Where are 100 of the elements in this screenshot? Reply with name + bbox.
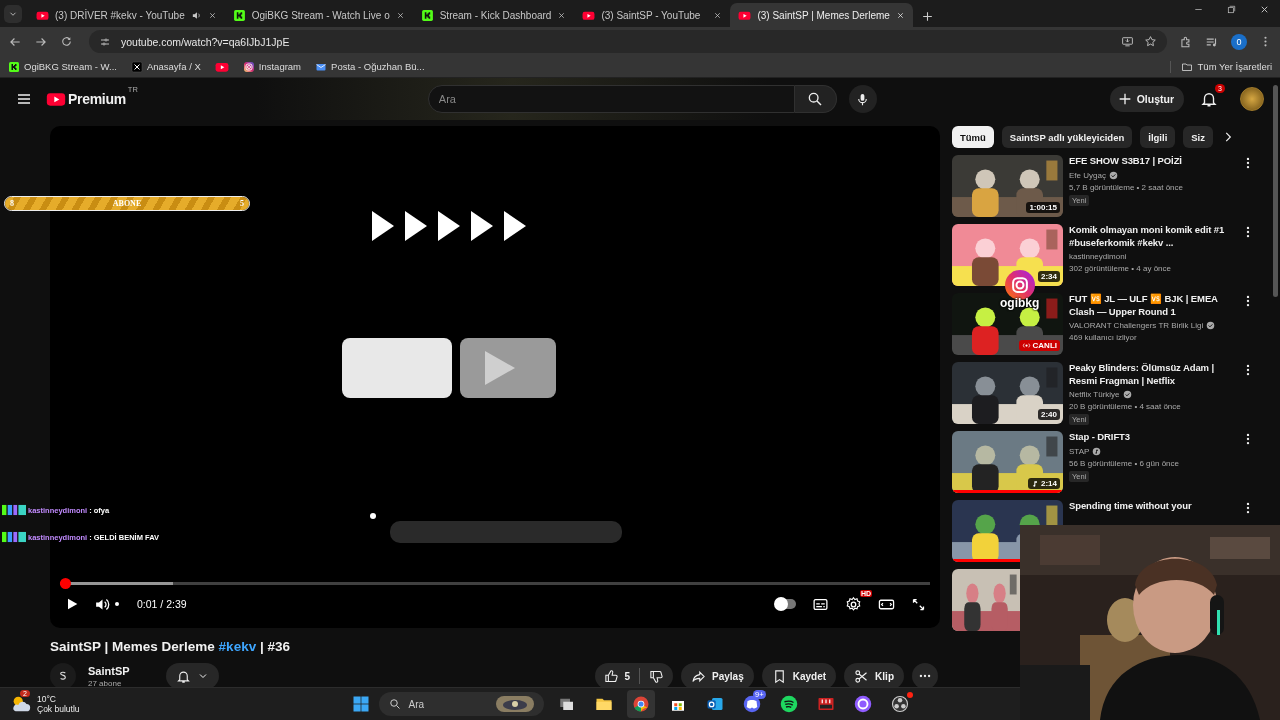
video-meta: 302 görüntüleme • 4 ay önce <box>1069 264 1172 273</box>
bell-icon[interactable] <box>1200 90 1218 108</box>
weather-condition: Çok bulutlu <box>37 704 80 714</box>
music-app-icon <box>779 695 798 713</box>
action-button[interactable]: Kaydet <box>761 663 837 689</box>
restore-icon[interactable] <box>1226 4 1237 15</box>
scissors-icon <box>854 668 870 684</box>
chat-app-icon <box>742 695 761 713</box>
browser-tab[interactable]: (3) SaintSP | Memes Derleme <box>730 3 913 27</box>
notifications-button[interactable] <box>165 663 219 689</box>
live-badge: CANLI <box>1018 340 1060 351</box>
music-note-icon <box>1092 446 1102 456</box>
bookmark[interactable]: Instagram <box>242 60 302 73</box>
settings-icon[interactable] <box>845 595 862 613</box>
video-title[interactable]: Komik olmayan moni komik edit #1 #buseferkomik #kekv ... <box>1069 224 1235 249</box>
reload-icon[interactable] <box>60 35 73 48</box>
mixer-icon <box>816 695 835 713</box>
star-icon[interactable] <box>1144 35 1157 48</box>
taskbar-app[interactable] <box>626 690 655 718</box>
filter-chip[interactable]: Siz <box>1183 126 1213 148</box>
browser-tab[interactable]: Stream - Kick Dashboard <box>412 3 575 27</box>
bookmark[interactable]: Posta - Oğuzhan Bü... <box>315 60 425 73</box>
verified-icon <box>1108 170 1118 180</box>
channel-name: STAP <box>1069 446 1090 456</box>
live-icon <box>1021 341 1031 350</box>
video-title[interactable]: Peaky Blinders: Ölümsüz Adam | Resmi Fragman | Netflix <box>1069 362 1235 387</box>
cross-logo-icon <box>130 60 143 73</box>
channel-name[interactable]: SaintSP <box>88 664 130 677</box>
close-icon[interactable] <box>557 10 567 20</box>
time-display: 0:01 / 2:39 <box>137 598 187 610</box>
install-icon[interactable] <box>1121 35 1134 48</box>
close-icon[interactable] <box>713 10 723 20</box>
bookmark[interactable]: OgiBKG Stream - W... <box>8 60 117 73</box>
share-arrow-icon <box>691 668 707 684</box>
bookmark[interactable]: Anasayfa / X <box>130 60 201 73</box>
menu-icon[interactable] <box>16 91 32 107</box>
fullscreen-icon[interactable] <box>911 596 926 612</box>
tab-title: OgiBKG Stream - Watch Live o <box>251 9 390 21</box>
bell-icon <box>175 668 191 684</box>
tab-title: (3) SaintSP | Memes Derleme <box>757 9 890 21</box>
create-button[interactable]: Oluştur <box>1109 86 1184 112</box>
record-app-icon <box>890 695 909 713</box>
account-avatar[interactable] <box>1240 87 1264 111</box>
thumb-up-icon <box>604 668 620 684</box>
browser-tab[interactable]: OgiBKG Stream - Watch Live o <box>224 3 413 27</box>
folder-icon <box>1180 60 1193 73</box>
duration-badge: 2:34 <box>1038 271 1060 282</box>
start-icon[interactable] <box>351 695 370 713</box>
plus-icon[interactable] <box>920 10 934 23</box>
close-icon[interactable] <box>1259 4 1270 15</box>
search-field[interactable]: Ara <box>427 85 795 113</box>
filter-chip[interactable]: Tümü <box>952 126 994 148</box>
temperature: 10°C <box>37 694 57 704</box>
subscriber-count: 27 abone <box>88 678 123 688</box>
profile-avatar[interactable]: 0 <box>1231 33 1247 50</box>
search-icon <box>807 91 824 107</box>
close-icon[interactable] <box>207 10 217 20</box>
voice-search-button[interactable] <box>848 85 877 113</box>
scrubber-handle[interactable] <box>60 578 72 589</box>
puzzle-icon[interactable] <box>1179 34 1193 49</box>
hashtag-link[interactable]: #kekv <box>218 639 257 654</box>
channel-name: kastinneydimoni <box>1069 252 1127 261</box>
close-icon[interactable] <box>895 10 905 20</box>
address-bar[interactable]: youtube.com/watch?v=qa6IJbJ1JpE <box>89 30 1167 53</box>
video-title: SaintSP | Memes Derleme #kekv | #36 <box>50 639 291 654</box>
search-button[interactable] <box>794 85 837 113</box>
close-icon[interactable] <box>395 10 405 20</box>
filter-chip[interactable]: SaintSP adlı yükleyiciden <box>1001 126 1133 148</box>
camera-logo-icon <box>1004 270 1035 300</box>
channel-avatar[interactable] <box>50 663 76 689</box>
channel-name: Efe Uygaç <box>1069 170 1106 180</box>
video-title[interactable]: Spending time without your <box>1069 500 1235 513</box>
square-logo-icon <box>232 8 246 22</box>
scrollbar-thumb[interactable] <box>1273 85 1278 297</box>
video-title[interactable]: Stap - DRIFT3 <box>1069 431 1235 444</box>
browser-tab[interactable]: (3) DRİVER #kekv - YouTube <box>28 3 225 27</box>
verified-icon <box>1122 390 1132 399</box>
music-note-icon <box>1031 479 1039 488</box>
video-title[interactable]: FUT 🆚 JL — ULF 🆚 BJK | EMEA Clash — Upper Round 1 <box>1069 293 1235 318</box>
all-bookmarks[interactable]: Tüm Yer İşaretleri <box>1169 60 1272 73</box>
duration-badge: 2:40 <box>1038 409 1060 420</box>
social-handle: ogibkg <box>1000 296 1040 310</box>
thumb-down-icon <box>649 668 665 684</box>
goal-start: 8 <box>10 198 14 210</box>
action-button[interactable]: Paylaş <box>681 663 754 689</box>
goal-label: ABONE <box>112 198 142 210</box>
search-icon <box>388 698 401 710</box>
browser-icon <box>631 695 650 713</box>
mail-icon <box>705 695 724 713</box>
square-logo-icon <box>420 8 434 22</box>
video-title[interactable]: EFE SHOW S3B17 | POİZİ <box>1069 155 1235 168</box>
video-meta: 56 B görüntüleme • 6 gün önce <box>1069 458 1180 468</box>
filter-chip[interactable]: İlgili <box>1140 126 1176 148</box>
autoplay-toggle[interactable] <box>776 599 796 609</box>
volume-handle[interactable] <box>115 602 119 606</box>
browser-tab[interactable]: (3) SaintSP - YouTube <box>574 3 731 27</box>
video-meta: 5,7 B görüntüleme • 2 saat önce <box>1069 182 1184 192</box>
taskbar-search[interactable]: Ara <box>378 692 544 716</box>
duration-badge: 1:00:15 <box>1026 202 1060 213</box>
action-button[interactable]: Klip <box>844 663 904 689</box>
